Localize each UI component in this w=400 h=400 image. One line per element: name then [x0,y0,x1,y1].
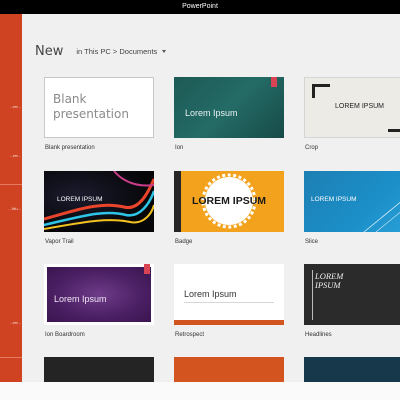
sidebar: ...rer... ...rer... ...Wu... ...rer... [0,14,22,382]
template-partial-1[interactable] [44,357,154,382]
sidebar-divider [0,357,22,358]
template-name: Headlines [305,332,332,338]
main-panel: New in This PC > Documents Blank present… [22,14,400,382]
template-thumbnail [44,357,154,382]
template-name: Retrospect [175,332,205,338]
template-name: Vapor Trail [45,239,74,245]
crop-corner-bottom-right [388,118,400,132]
blank-preview-text: Blank presentation [53,92,129,121]
template-thumbnail: LOREM IPSUM [304,264,400,325]
retrospect-bottom-band [174,320,284,325]
template-slice[interactable]: LOREM IPSUM Slice [304,171,400,245]
sidebar-divider [0,184,22,185]
preview-text: Lorem Ipsum [54,294,107,304]
template-name: Ion Boardroom [45,332,85,338]
preview-text: LOREM IPSUM [191,195,267,207]
template-name: Slice [305,239,319,245]
template-thumbnail: Lorem Ipsum [174,264,284,325]
bottom-edge [0,382,400,400]
sidebar-item-4[interactable]: ...rer... [0,316,22,330]
window-title: PowerPoint [182,3,218,10]
sidebar-item-1[interactable]: ...rer... [0,100,22,114]
crop-corner-top-left [312,84,330,98]
ribbon-accent [144,264,150,274]
template-partial-3[interactable] [304,357,400,382]
template-name: Blank presentation [45,145,95,151]
preview-text: Lorem Ipsum [185,108,238,118]
template-thumbnail [174,357,284,382]
template-vapor-trail[interactable]: LOREM IPSUM Vapor Trail [44,171,154,245]
template-thumbnail: Blank presentation [44,77,154,138]
preview-text: Lorem Ipsum [184,289,237,299]
template-name: Ion [175,145,184,151]
template-badge[interactable]: LOREM IPSUM Badge [174,171,284,245]
template-thumbnail: LOREM IPSUM [44,171,154,232]
headlines-divider [312,270,313,320]
sidebar-item-2[interactable]: ...rer... [0,149,22,163]
template-thumbnail: LOREM IPSUM [174,171,284,232]
template-thumbnail: Lorem Ipsum [174,77,284,138]
page-title: New [35,43,64,59]
preview-text: LOREM IPSUM [311,196,357,203]
location-dropdown[interactable]: in This PC > Documents [76,46,167,56]
template-blank-presentation[interactable]: Blank presentation Blank presentation [44,77,154,151]
template-thumbnail: LOREM IPSUM [304,171,400,232]
retrospect-underline [184,302,274,303]
location-label: in This PC > Documents [76,46,158,56]
template-name: Badge [175,239,193,245]
preview-text: LOREM IPSUM [57,196,103,203]
new-header: New in This PC > Documents [35,43,167,59]
template-partial-2[interactable] [174,357,284,382]
title-bar: PowerPoint [0,0,400,14]
template-retrospect[interactable]: Lorem Ipsum Retrospect [174,264,284,338]
template-thumbnail: Lorem Ipsum [44,264,154,325]
sidebar-item-3[interactable]: ...Wu... [0,202,22,216]
template-ion[interactable]: Lorem Ipsum Ion [174,77,284,151]
preview-text: LOREM IPSUM [315,271,344,290]
template-ion-boardroom[interactable]: Lorem Ipsum Ion Boardroom [44,264,154,338]
template-headlines[interactable]: LOREM IPSUM Headlines [304,264,400,338]
template-name: Crop [305,145,319,151]
template-crop[interactable]: LOREM IPSUM Crop [304,77,400,151]
template-thumbnail: LOREM IPSUM [304,77,400,138]
chevron-down-icon [162,49,167,53]
template-thumbnail [304,357,400,382]
preview-text: LOREM IPSUM [335,103,385,110]
ribbon-accent [271,77,277,87]
powerpoint-window: PowerPoint ...rer... ...rer... ...Wu... … [0,0,400,400]
